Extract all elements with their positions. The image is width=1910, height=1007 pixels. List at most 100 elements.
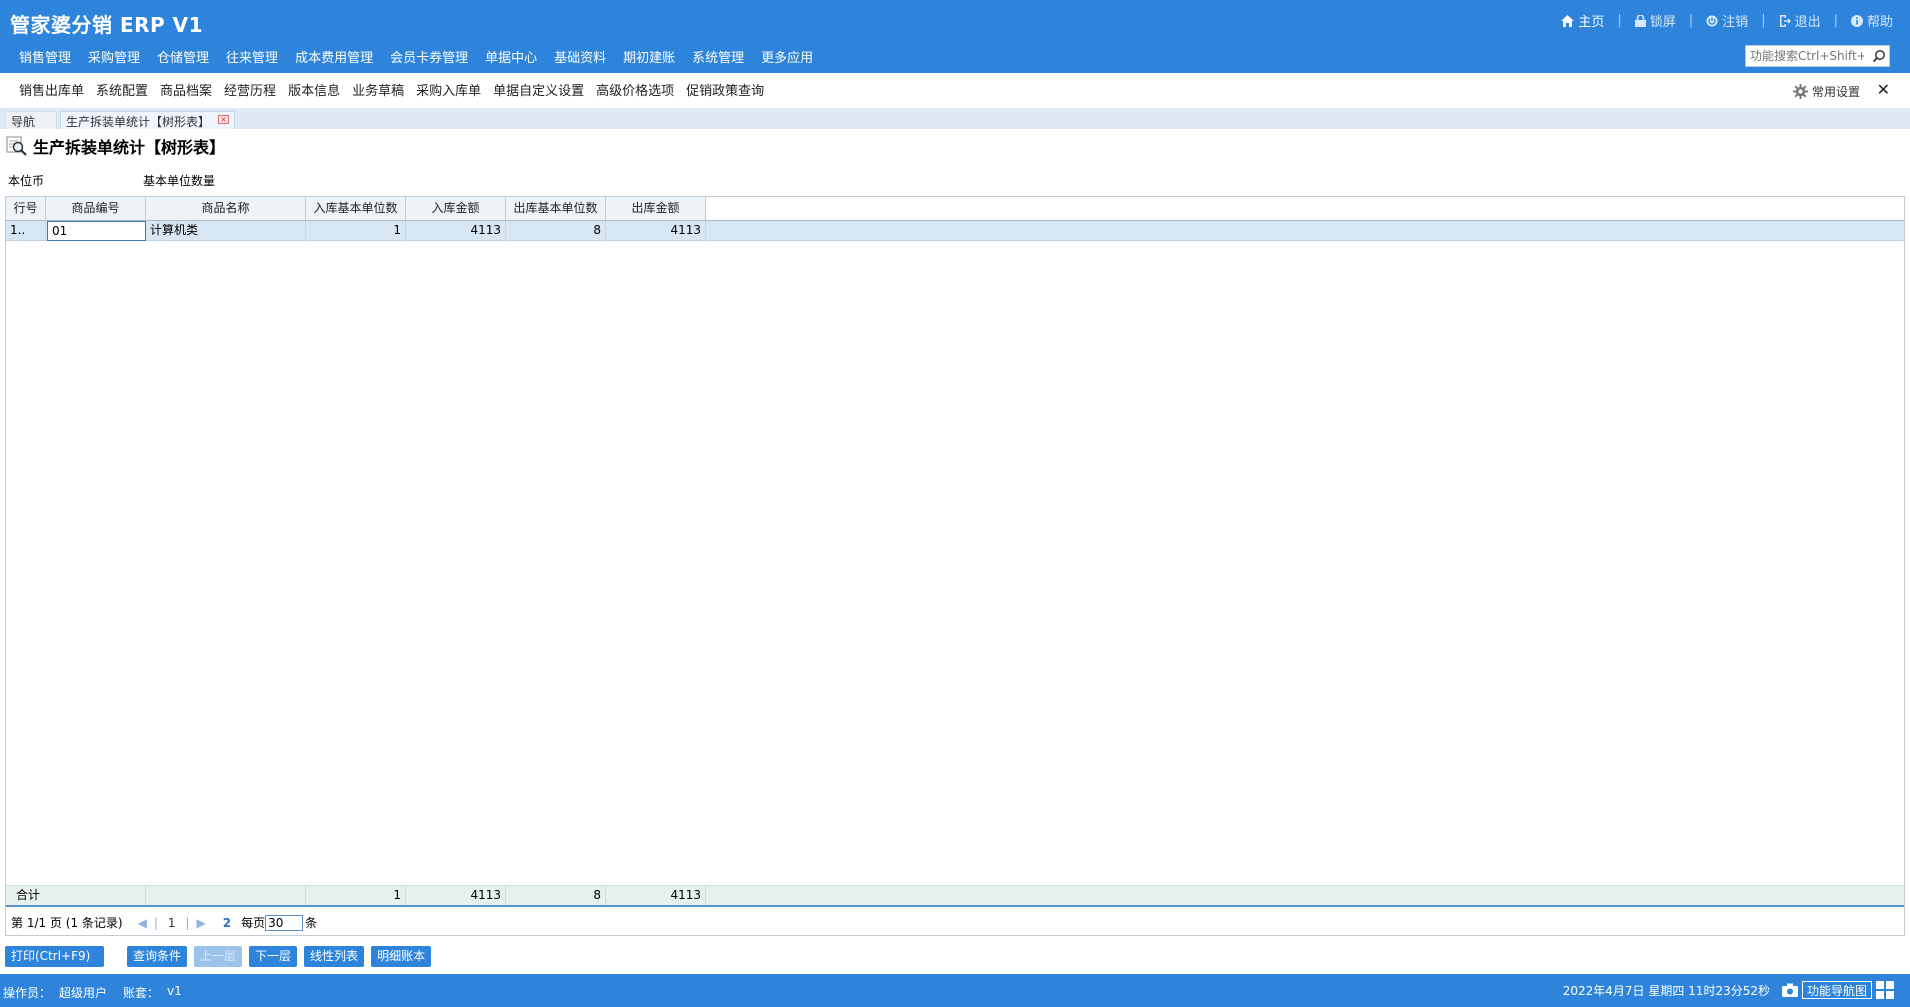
help-label: 帮助 bbox=[1866, 15, 1893, 30]
unit-filter[interactable]: 基本单位数量 bbox=[143, 172, 215, 189]
separator: | bbox=[1833, 13, 1838, 28]
tab-report[interactable]: 生产拆装单统计【树形表】 × bbox=[60, 111, 235, 129]
nav-warehouse[interactable]: 仓储管理 bbox=[157, 47, 209, 66]
quick-system-config[interactable]: 系统配置 bbox=[96, 80, 148, 99]
col-header-name[interactable]: 商品名称 bbox=[146, 197, 306, 221]
exit-icon bbox=[1779, 14, 1791, 27]
tab-strip: 导航 生产拆装单统计【树形表】 × bbox=[0, 108, 1910, 129]
linear-list-button[interactable]: 线性列表 bbox=[304, 946, 365, 967]
data-grid: 行号 商品编号 商品名称 入库基本单位数 入库金额 出库基本单位数 出库金额 1… bbox=[5, 196, 1905, 936]
nav-system[interactable]: 系统管理 bbox=[692, 47, 744, 66]
account-value: v1 bbox=[167, 984, 182, 998]
page-current[interactable]: 1 bbox=[168, 916, 176, 930]
cell-code[interactable]: 01 bbox=[47, 221, 146, 241]
up-level-button[interactable]: 上一层 bbox=[194, 946, 243, 967]
info-icon bbox=[1850, 14, 1863, 27]
settings-label: 常用设置 bbox=[1811, 85, 1860, 99]
table-row[interactable]: 1.. 01 计算机类 1 4113 8 4113 bbox=[6, 221, 1904, 241]
nav-accounts[interactable]: 往来管理 bbox=[226, 47, 278, 66]
quick-nav-items: 销售出库单 系统配置 商品档案 经营历程 版本信息 业务草稿 采购入库单 单据自… bbox=[19, 80, 776, 99]
separator: | bbox=[1617, 13, 1622, 28]
nav-member[interactable]: 会员卡券管理 bbox=[390, 47, 468, 66]
nav-cost[interactable]: 成本费用管理 bbox=[295, 47, 373, 66]
quick-product-archive[interactable]: 商品档案 bbox=[160, 80, 212, 99]
operator-label: 操作员： bbox=[3, 986, 52, 1000]
nav-opening[interactable]: 期初建账 bbox=[623, 47, 675, 66]
status-right: 2022年4月7日 星期四 11时23分52秒 功能导航图 bbox=[1563, 981, 1896, 999]
page-info: 第 1/1 页 (1 条记录) bbox=[11, 916, 123, 930]
quick-purchase-in[interactable]: 采购入库单 bbox=[416, 80, 481, 99]
nav-map-button[interactable]: 功能导航图 bbox=[1801, 981, 1872, 999]
camera-icon[interactable] bbox=[1781, 983, 1798, 997]
cell-name[interactable]: 计算机类 bbox=[146, 221, 306, 241]
query-button[interactable]: 查询条件 bbox=[127, 946, 188, 967]
next-page-icon[interactable]: ▶ bbox=[197, 916, 206, 930]
logout-label: 注销 bbox=[1722, 15, 1749, 30]
quick-promotion[interactable]: 促销政策查询 bbox=[686, 80, 764, 99]
per-page-input[interactable] bbox=[265, 914, 304, 931]
logout-link[interactable]: 注销 bbox=[1706, 11, 1748, 30]
quick-price-options[interactable]: 高级价格选项 bbox=[596, 80, 674, 99]
cell-in-qty[interactable]: 1 bbox=[306, 221, 406, 241]
col-header-code[interactable]: 商品编号 bbox=[46, 197, 146, 221]
home-link[interactable]: 主页 bbox=[1561, 11, 1604, 30]
per-page-label: 每页 bbox=[241, 916, 266, 930]
nav-more[interactable]: 更多应用 bbox=[761, 47, 813, 66]
cell-in-amount[interactable]: 4113 bbox=[406, 221, 506, 241]
quick-sales-out[interactable]: 销售出库单 bbox=[19, 80, 84, 99]
prev-page-icon[interactable]: ◀ bbox=[138, 916, 147, 930]
close-icon[interactable]: ✕ bbox=[1877, 80, 1890, 99]
quick-doc-custom[interactable]: 单据自定义设置 bbox=[493, 80, 584, 99]
help-link[interactable]: 帮助 bbox=[1850, 11, 1893, 30]
summary-out-amount: 4113 bbox=[606, 886, 706, 906]
main-nav: 销售管理 采购管理 仓储管理 往来管理 成本费用管理 会员卡券管理 单据中心 基… bbox=[19, 47, 830, 66]
tab-navigation[interactable]: 导航 bbox=[5, 111, 57, 129]
cell-out-qty[interactable]: 8 bbox=[506, 221, 606, 241]
col-header-out-qty[interactable]: 出库基本单位数 bbox=[506, 197, 606, 221]
power-icon bbox=[1706, 15, 1718, 26]
tab-report-label: 生产拆装单统计【树形表】 bbox=[66, 115, 211, 129]
nav-sales[interactable]: 销售管理 bbox=[19, 47, 71, 66]
nav-map-label: 功能导航图 bbox=[1806, 983, 1867, 998]
col-header-out-amount[interactable]: 出库金额 bbox=[606, 197, 706, 221]
operator-value: 超级用户 bbox=[59, 986, 108, 1000]
search-icon[interactable] bbox=[1872, 49, 1886, 63]
col-header-in-qty[interactable]: 入库基本单位数 bbox=[306, 197, 406, 221]
col-header-row-no[interactable]: 行号 bbox=[6, 197, 46, 221]
summary-label: 合计 bbox=[6, 886, 146, 906]
quick-drafts[interactable]: 业务草稿 bbox=[352, 80, 404, 99]
lock-link[interactable]: 锁屏 bbox=[1634, 11, 1676, 30]
currency-filter[interactable]: 本位币 bbox=[8, 172, 44, 189]
exit-link[interactable]: 退出 bbox=[1779, 11, 1821, 30]
separator: | bbox=[153, 915, 158, 930]
home-icon bbox=[1561, 14, 1575, 27]
report-search-icon bbox=[6, 136, 27, 156]
settings-button[interactable]: 常用设置 bbox=[1792, 83, 1860, 100]
separator: | bbox=[185, 915, 190, 930]
quick-version[interactable]: 版本信息 bbox=[288, 80, 340, 99]
lock-label: 锁屏 bbox=[1649, 15, 1676, 30]
tab-close-icon[interactable]: × bbox=[218, 115, 229, 124]
search-input[interactable] bbox=[1746, 46, 1864, 66]
lock-icon bbox=[1634, 14, 1646, 27]
down-level-button[interactable]: 下一层 bbox=[249, 946, 298, 967]
datetime: 2022年4月7日 星期四 11时23分52秒 bbox=[1562, 983, 1770, 998]
nav-purchase[interactable]: 采购管理 bbox=[88, 47, 140, 66]
page-next[interactable]: 2 bbox=[223, 916, 231, 930]
separator: | bbox=[1688, 13, 1694, 28]
grid-icon[interactable] bbox=[1876, 981, 1896, 999]
home-label: 主页 bbox=[1578, 15, 1605, 30]
app-title: 管家婆分销 ERP V1 bbox=[10, 13, 204, 37]
nav-basic-data[interactable]: 基础资料 bbox=[554, 47, 606, 66]
pagination: 第 1/1 页 (1 条记录) ◀ | 1 | ▶ 2 每页 条 bbox=[6, 910, 1904, 935]
per-page-unit: 条 bbox=[305, 916, 318, 930]
exit-label: 退出 bbox=[1794, 15, 1821, 30]
top-bar: 管家婆分销 ERP V1 主页 | 锁屏 | 注销 | 退出 | 帮助 销售管理… bbox=[0, 0, 1910, 73]
cell-out-amount[interactable]: 4113 bbox=[606, 221, 706, 241]
action-bar: 打印(Ctrl+F9) 查询条件 上一层 下一层 线性列表 明细账本 bbox=[5, 946, 438, 967]
print-button[interactable]: 打印(Ctrl+F9) bbox=[5, 946, 104, 967]
col-header-in-amount[interactable]: 入库金额 bbox=[406, 197, 506, 221]
nav-documents[interactable]: 单据中心 bbox=[485, 47, 537, 66]
detail-ledger-button[interactable]: 明细账本 bbox=[371, 946, 432, 967]
quick-history[interactable]: 经营历程 bbox=[224, 80, 276, 99]
